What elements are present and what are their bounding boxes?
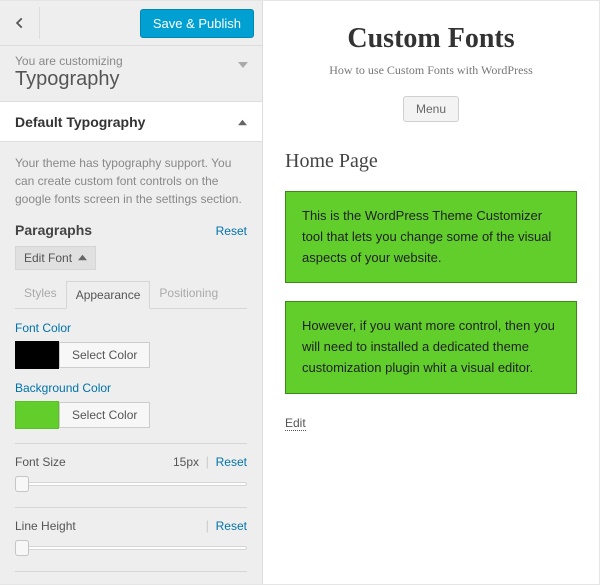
tab-positioning[interactable]: Positioning [150, 280, 227, 308]
letter-spacing-reset[interactable]: Reset [216, 583, 247, 584]
slider-thumb[interactable] [15, 540, 29, 556]
font-color-select-button[interactable]: Select Color [59, 342, 150, 368]
customizer-topbar: Save & Publish [0, 1, 262, 46]
letter-spacing-label: Letter Spacing [15, 583, 92, 584]
site-preview: Custom Fonts How to use Custom Fonts wit… [263, 1, 599, 584]
edit-font-label: Edit Font [24, 251, 72, 265]
edit-link[interactable]: Edit [285, 416, 306, 431]
font-size-slider[interactable] [15, 475, 247, 493]
letter-spacing-row: Letter Spacing px | Reset [15, 571, 247, 584]
font-color-swatch[interactable] [15, 341, 59, 369]
chevron-left-icon [13, 16, 27, 30]
font-size-row: Font Size 15px | Reset [15, 443, 247, 469]
font-tabs: Styles Appearance Positioning [15, 280, 247, 309]
bg-color-select-button[interactable]: Select Color [59, 402, 150, 428]
font-size-value: 15px [173, 455, 199, 469]
font-color-label: Font Color [15, 321, 247, 335]
paragraphs-reset-link[interactable]: Reset [216, 224, 247, 238]
menu-button[interactable]: Menu [403, 96, 459, 122]
font-size-label: Font Size [15, 455, 66, 469]
section-body: Your theme has typography support. You c… [0, 142, 262, 584]
tab-styles[interactable]: Styles [15, 280, 66, 308]
font-color-field: Font Color Select Color [15, 321, 247, 369]
tab-appearance[interactable]: Appearance [66, 281, 151, 309]
slider-thumb[interactable] [15, 476, 29, 492]
customizer-sidebar: Save & Publish You are customizing Typog… [0, 1, 263, 584]
letter-spacing-value: px [186, 583, 199, 584]
breadcrumb[interactable]: You are customizing Typography [0, 46, 262, 102]
caret-up-icon [78, 251, 87, 265]
save-publish-button[interactable]: Save & Publish [140, 9, 254, 38]
paragraphs-header: Paragraphs Reset [15, 222, 247, 238]
line-height-row: Line Height | Reset [15, 507, 247, 533]
section-title: Default Typography [15, 114, 145, 130]
customizer-root: Save & Publish You are customizing Typog… [0, 0, 600, 585]
breadcrumb-small: You are customizing [15, 54, 247, 68]
section-description: Your theme has typography support. You c… [15, 154, 247, 208]
section-header-default-typography[interactable]: Default Typography [0, 102, 262, 142]
paragraphs-title: Paragraphs [15, 222, 92, 238]
bg-color-field: Background Color Select Color [15, 381, 247, 429]
breadcrumb-title: Typography [15, 68, 247, 91]
line-height-slider[interactable] [15, 539, 247, 557]
bg-color-label: Background Color [15, 381, 247, 395]
site-title[interactable]: Custom Fonts [285, 23, 577, 55]
bg-color-swatch[interactable] [15, 401, 59, 429]
content-paragraph-1: This is the WordPress Theme Customizer t… [285, 191, 577, 283]
caret-down-icon [238, 58, 248, 73]
content-paragraph-2: However, if you want more control, then … [285, 301, 577, 393]
back-button[interactable] [0, 7, 40, 39]
page-heading: Home Page [285, 150, 577, 173]
line-height-reset[interactable]: Reset [216, 519, 247, 533]
line-height-label: Line Height [15, 519, 76, 533]
font-size-reset[interactable]: Reset [216, 455, 247, 469]
caret-up-icon [238, 114, 247, 130]
edit-font-toggle[interactable]: Edit Font [15, 246, 96, 270]
site-tagline: How to use Custom Fonts with WordPress [285, 63, 577, 78]
